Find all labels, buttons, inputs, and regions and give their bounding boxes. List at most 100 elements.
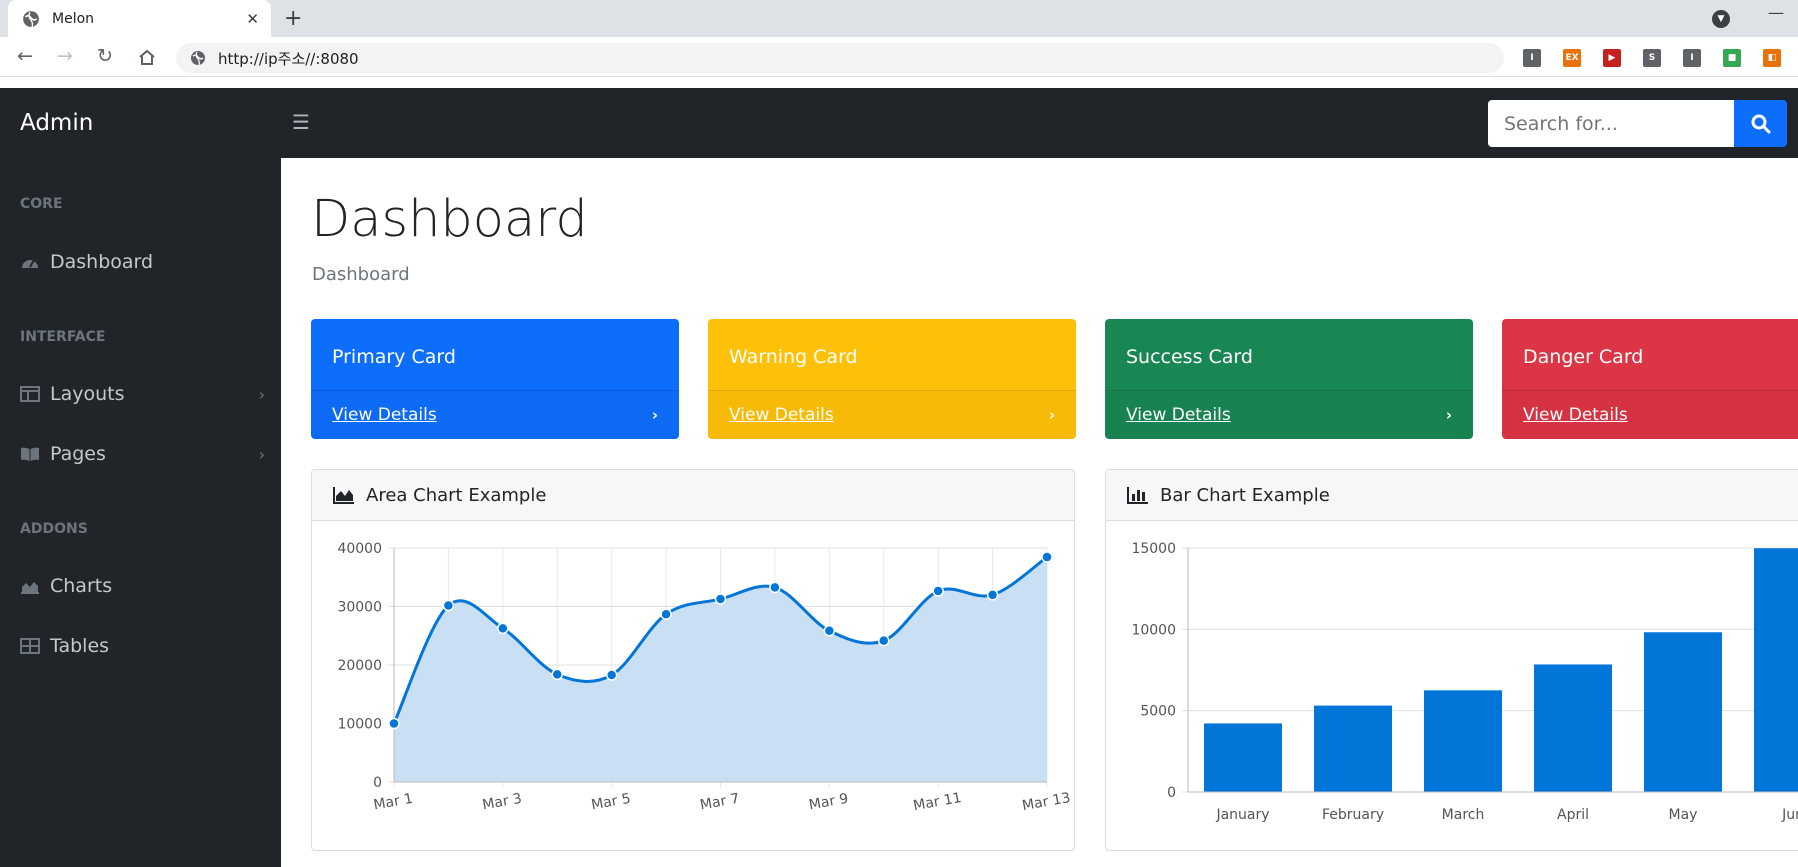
data-point[interactable] [1041,551,1053,563]
data-point[interactable] [823,625,836,637]
area-chart-title: Area Chart Example [366,484,547,506]
browser-tab-bar: Melon ✕ + ▼ — [0,0,1798,37]
chevron-right-icon[interactable]: › [1049,406,1055,424]
search-input[interactable] [1488,100,1734,147]
y-tick-label: 15000 [1131,541,1176,557]
data-point[interactable] [932,585,944,597]
card-footer: View Details › [311,390,679,439]
area-chart-card: Area Chart Example 0 10000 20000 30000 40000… [311,469,1075,851]
x-tick-label: May [1669,807,1698,823]
forward-icon[interactable]: → [57,45,73,67]
area-chart: 0 10000 20000 30000 40000 Mar 1 Mar 3 Mar 5 Mar … [337,541,1071,814]
chevron-right-icon[interactable]: › [652,406,658,424]
minimize-icon[interactable]: — [1768,3,1784,22]
book-open-icon [21,447,39,461]
data-point[interactable] [986,589,999,601]
extension-icon[interactable]: S [1643,49,1661,67]
summary-card: Primary Card View Details › [311,319,679,439]
main-content: Dashboard Dashboard Primary Card View Det… [281,158,1798,867]
data-point[interactable] [442,599,455,612]
x-tick-label: Mar 1 [372,791,414,814]
chevron-right-icon: › [258,385,265,404]
sidebar-item-label: Charts [50,575,113,597]
top-navbar: Admin ☰ [0,88,1798,158]
url-text: http://ip주소//:8080 [218,49,359,68]
x-tick-label: Mar 3 [481,791,523,814]
sidebar-item-label: Pages [50,443,106,465]
data-point[interactable] [714,593,727,605]
sidebar-heading-interface: INTERFACE [20,329,106,345]
globe-icon [23,10,39,27]
data-point[interactable] [605,669,618,681]
sidebar-heading-core: CORE [20,196,63,212]
x-tick-label: Jun [1781,807,1798,823]
card-title: Primary Card [332,346,456,368]
sidebar-heading-addons: ADDONS [20,521,88,537]
x-tick-label: March [1442,807,1485,823]
browser-tab[interactable]: Melon ✕ [8,0,271,37]
area-chart-icon [21,582,39,594]
new-tab-icon[interactable]: + [284,6,302,31]
sidebar-item-pages[interactable]: Pages › [20,439,265,469]
bar[interactable] [1204,723,1282,792]
home-icon[interactable] [138,49,156,66]
bar[interactable] [1644,632,1722,792]
card-footer: View Details› [1502,390,1798,439]
chevron-right-icon[interactable]: › [1446,406,1452,424]
y-tick-label: 0 [373,775,382,791]
view-details-link[interactable]: View Details [1523,405,1628,425]
data-point[interactable] [551,668,563,681]
sidebar-item-layouts[interactable]: Layouts › [20,379,265,409]
tab-close-icon[interactable]: ✕ [246,10,259,28]
y-tick-label: 0 [1167,785,1176,801]
data-point[interactable] [497,622,509,635]
sidebar-item-tables[interactable]: Tables [20,631,265,661]
back-icon[interactable]: ← [17,45,33,67]
view-details-link[interactable]: View Details [332,405,437,425]
breadcrumb: Dashboard [312,264,410,285]
x-tick-label: Mar 7 [699,791,741,814]
card-title: Success Card [1126,346,1253,368]
sidebar-toggle-icon[interactable]: ☰ [292,110,310,134]
bar[interactable] [1534,664,1612,792]
bar[interactable] [1754,548,1798,792]
extension-icon[interactable]: ◧ [1763,49,1781,67]
card-title: Warning Card [729,346,858,368]
summary-card: Danger Card View Details› [1502,319,1798,439]
sidebar-item-dashboard[interactable]: Dashboard [20,247,265,277]
card-title: Danger Card [1523,346,1644,368]
data-point[interactable] [878,634,890,647]
sidebar-item-charts[interactable]: Charts [20,571,265,601]
brand-logo[interactable]: Admin [20,110,93,136]
reload-icon[interactable]: ↻ [97,45,113,67]
data-point[interactable] [388,717,400,730]
view-details-link[interactable]: View Details [1126,405,1231,425]
y-tick-label: 20000 [337,658,382,674]
bar-chart-title: Bar Chart Example [1160,484,1330,506]
view-details-link[interactable]: View Details [729,405,834,425]
y-tick-label: 30000 [337,600,382,616]
extension-icon[interactable]: ▶ [1603,49,1621,67]
extension-icon[interactable]: I [1683,49,1701,67]
extension-icon[interactable]: EX [1563,49,1581,67]
extension-icon[interactable]: ■ [1723,49,1741,67]
x-tick-label: Mar 9 [808,791,850,814]
data-point[interactable] [769,581,781,594]
x-tick-label: February [1322,807,1384,823]
bar[interactable] [1424,690,1502,792]
data-point[interactable] [660,608,672,620]
profile-menu-icon[interactable]: ▼ [1712,10,1730,28]
y-tick-label: 40000 [337,541,382,557]
x-tick-label: Mar 11 [912,790,963,814]
area-chart-icon [333,487,354,504]
extension-icon[interactable]: I [1523,49,1541,67]
y-tick-label: 10000 [337,717,382,733]
url-field[interactable]: http://ip주소//:8080 [176,43,1504,73]
tab-title: Melon [52,10,95,27]
page-title: Dashboard [311,190,588,249]
search-button[interactable] [1734,100,1787,147]
bar[interactable] [1314,705,1392,792]
area-chart-header: Area Chart Example [312,470,1074,521]
y-tick-label: 5000 [1140,704,1176,720]
sidebar-item-label: Tables [50,635,110,657]
